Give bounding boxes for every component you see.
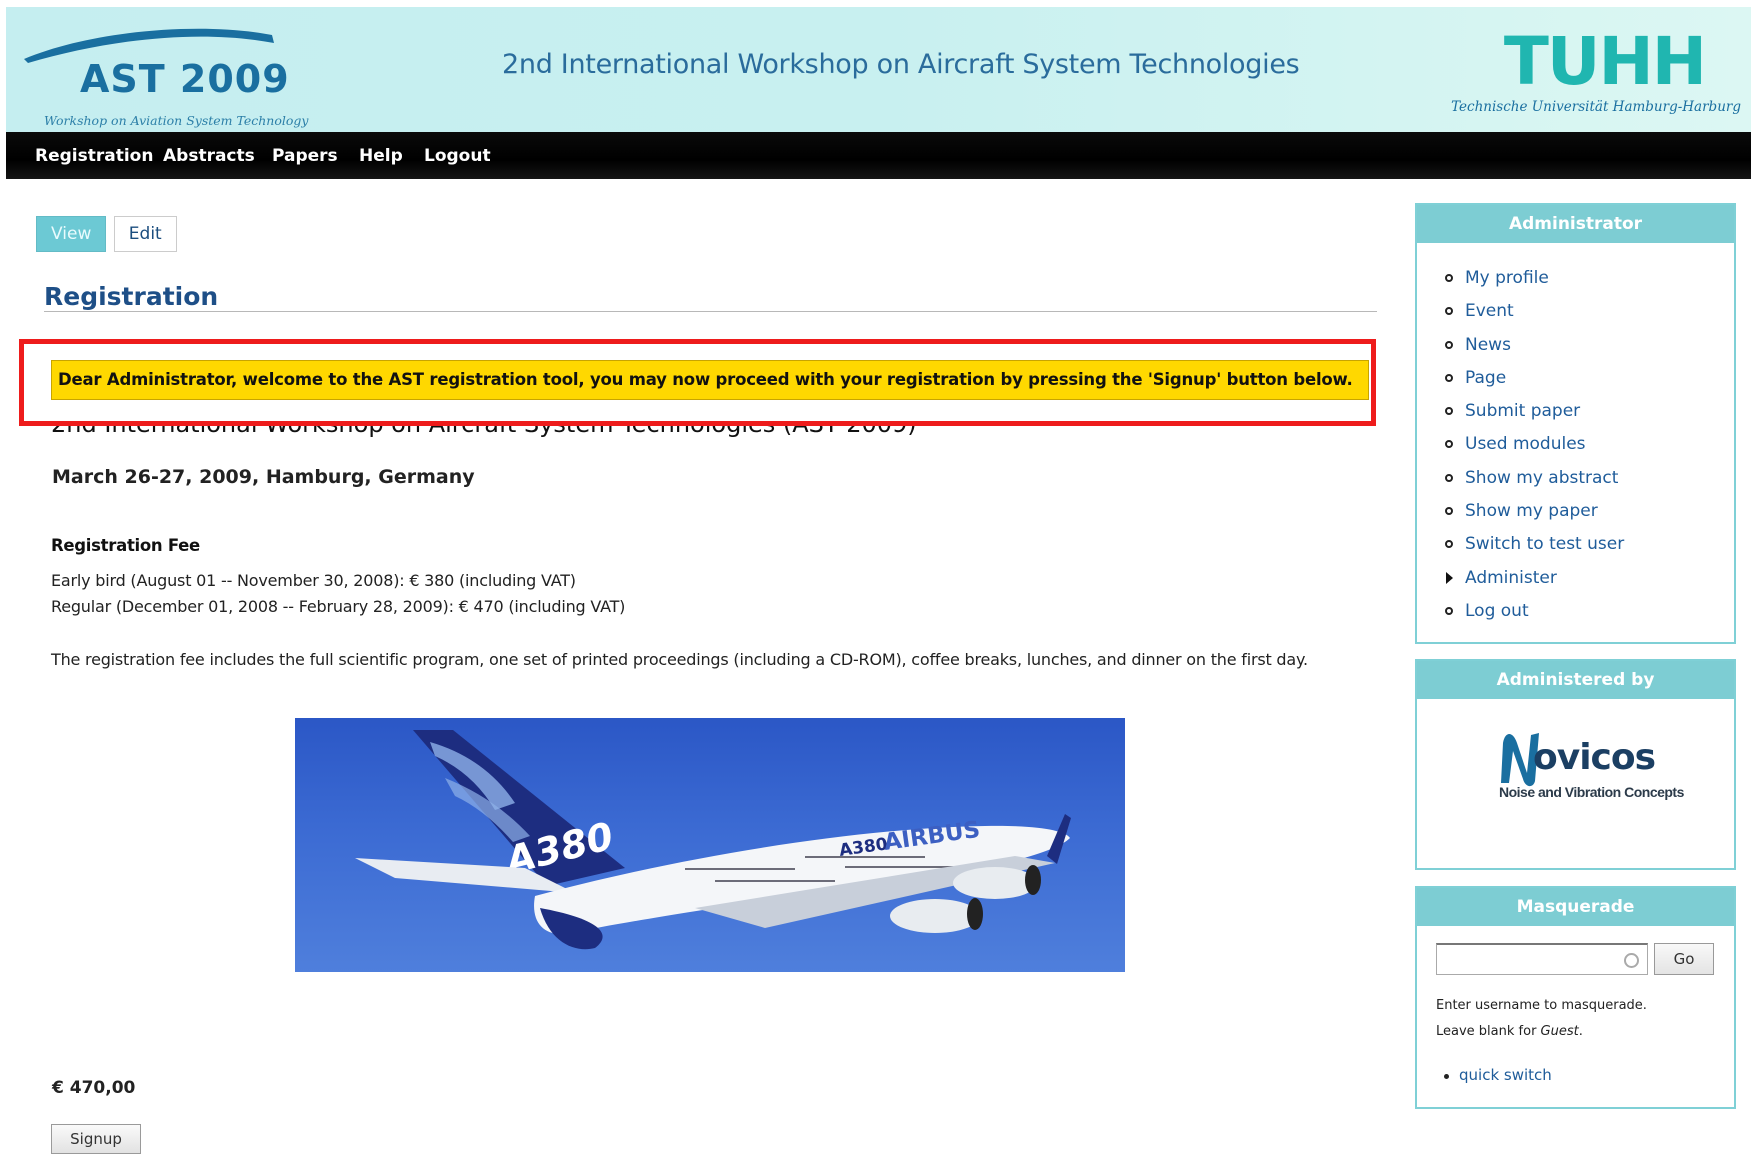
nav-logout[interactable]: Logout	[424, 146, 491, 166]
circle-bullet-icon	[1445, 274, 1453, 282]
event-title: 2nd International Workshop on Aircraft S…	[51, 426, 917, 438]
fee-regular: Regular (December 01, 2008 -- February 2…	[51, 597, 626, 616]
menu-item-label: Page	[1465, 367, 1507, 388]
tuhh-logo-mark: TUHH	[1503, 23, 1707, 100]
help-suffix: .	[1578, 1024, 1583, 1039]
novicos-logo-word: ovicos	[1533, 737, 1656, 778]
masquerade-help-line1: Enter username to masquerade.	[1436, 998, 1647, 1013]
administered-by-block-title: Administered by	[1417, 661, 1734, 699]
masquerade-block-title: Masquerade	[1417, 888, 1734, 926]
tuhh-logo-name: Technische Universität Hamburg-Harburg	[1451, 99, 1741, 115]
signup-button[interactable]: Signup	[51, 1124, 141, 1154]
menu-item-label: Submit paper	[1465, 401, 1581, 422]
fee-early-bird: Early bird (August 01 -- November 30, 20…	[51, 571, 576, 590]
menu-item-label: Event	[1465, 301, 1514, 322]
nav-abstracts[interactable]: Abstracts	[163, 146, 255, 166]
page-title: Registration	[44, 282, 219, 311]
ast-logo-subtitle: Workshop on Aviation System Technology	[44, 113, 309, 128]
menu-item-label: Switch to test user	[1465, 534, 1625, 555]
admin-menu-used-modules[interactable]: Used modules	[1445, 433, 1624, 466]
event-title-container: 2nd International Workshop on Aircraft S…	[51, 426, 1051, 444]
administrator-block-title: Administrator	[1417, 205, 1734, 243]
menu-item-label: My profile	[1465, 268, 1549, 288]
admin-menu-log-out[interactable]: Log out	[1445, 600, 1624, 633]
circle-bullet-icon	[1445, 307, 1453, 316]
menu-item-label: Show my abstract	[1465, 467, 1619, 488]
highlight-annotation-box	[19, 339, 1376, 426]
menu-item-label: Used modules	[1465, 434, 1586, 455]
nav-help[interactable]: Help	[359, 146, 403, 166]
menu-item-label: News	[1465, 334, 1511, 355]
masquerade-links: quick switch	[1444, 1066, 1552, 1084]
dot-bullet-icon	[1444, 1074, 1449, 1079]
tab-view[interactable]: View	[36, 216, 107, 252]
circle-bullet-icon	[1445, 440, 1453, 449]
ast-logo-title: AST 2009	[80, 57, 290, 101]
site-title: 2nd International Workshop on Aircraft S…	[502, 49, 1300, 80]
admin-menu: My profile Event News Page Submit paper …	[1445, 267, 1624, 633]
admin-menu-show-my-paper[interactable]: Show my paper	[1445, 500, 1624, 533]
circle-bullet-icon	[1445, 340, 1453, 349]
admin-menu-switch-to-test-user[interactable]: Switch to test user	[1445, 533, 1624, 566]
circle-bullet-icon	[1445, 407, 1453, 416]
admin-menu-event[interactable]: Event	[1445, 300, 1624, 333]
administrator-block: Administrator My profile Event News Page…	[1415, 203, 1736, 644]
help-guest: Guest	[1540, 1024, 1579, 1039]
event-date: March 26-27, 2009, Hamburg, Germany	[52, 466, 475, 488]
nav-registration[interactable]: Registration	[35, 146, 153, 166]
fee-heading: Registration Fee	[51, 536, 200, 555]
admin-menu-news[interactable]: News	[1445, 334, 1624, 367]
autocomplete-throbber-icon	[1624, 953, 1639, 968]
circle-bullet-icon	[1445, 473, 1453, 482]
circle-bullet-icon	[1445, 373, 1453, 382]
admin-menu-show-my-abstract[interactable]: Show my abstract	[1445, 467, 1624, 500]
circle-bullet-icon	[1445, 606, 1453, 615]
fee-description: The registration fee includes the full s…	[51, 650, 1308, 669]
expand-triangle-icon	[1446, 571, 1453, 584]
novicos-logo[interactable]: ovicos Noise and Vibration Concepts	[1495, 719, 1684, 809]
circle-bullet-icon	[1445, 540, 1453, 549]
title-divider	[44, 311, 1377, 312]
circle-bullet-icon	[1445, 507, 1453, 516]
admin-menu-page[interactable]: Page	[1445, 367, 1624, 400]
quick-switch-label: quick switch	[1459, 1066, 1552, 1084]
main-nav: Registration Abstracts Papers Help Logou…	[6, 132, 1751, 179]
admin-menu-administer[interactable]: Administer	[1445, 567, 1624, 600]
masquerade-go-button[interactable]: Go	[1654, 943, 1714, 975]
masquerade-block: Masquerade Go Enter username to masquera…	[1415, 886, 1736, 1109]
menu-item-label: Log out	[1465, 600, 1529, 621]
administered-by-block: Administered by ovicos Noise and Vibrati…	[1415, 659, 1736, 870]
admin-menu-submit-paper[interactable]: Submit paper	[1445, 400, 1624, 433]
help-prefix: Leave blank for	[1436, 1024, 1541, 1039]
quick-switch-link[interactable]: quick switch	[1444, 1066, 1552, 1084]
masquerade-username-input[interactable]	[1436, 943, 1648, 975]
ast-2009-logo[interactable]: AST 2009 Workshop on Aviation System Tec…	[20, 17, 310, 128]
tab-edit[interactable]: Edit	[113, 216, 177, 252]
nav-papers[interactable]: Papers	[272, 146, 338, 166]
tuhh-logo[interactable]: TUHH Technische Universität Hamburg-Harb…	[1441, 29, 1741, 119]
price: € 470,00	[52, 1078, 136, 1098]
menu-item-label: Show my paper	[1465, 501, 1598, 522]
menu-item-label: Administer	[1465, 567, 1557, 588]
admin-menu-my-profile[interactable]: My profile	[1445, 267, 1624, 300]
masquerade-help-line2: Leave blank for Guest.	[1436, 1024, 1583, 1039]
novicos-logo-tagline: Noise and Vibration Concepts	[1499, 784, 1684, 800]
airbus-a380-image: A380 A380 AIRBUS	[295, 718, 1125, 972]
local-tabs: View Edit	[36, 216, 180, 252]
site-header: AST 2009 Workshop on Aviation System Tec…	[6, 7, 1751, 132]
